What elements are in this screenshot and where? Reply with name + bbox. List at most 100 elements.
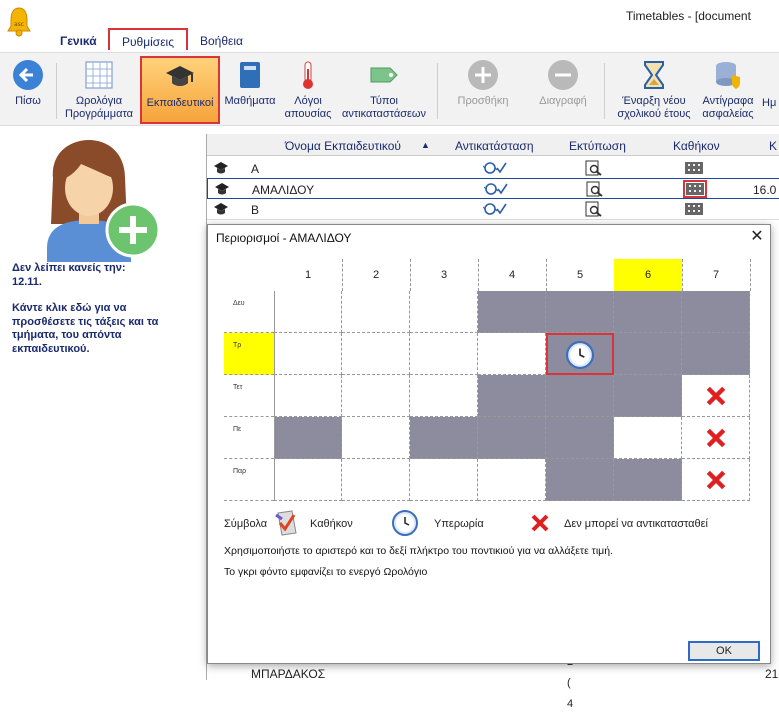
restriction-cell[interactable] bbox=[274, 291, 342, 333]
restriction-cell[interactable] bbox=[682, 459, 750, 501]
menu-help[interactable]: Βοήθεια bbox=[200, 32, 243, 52]
restriction-cell[interactable] bbox=[546, 291, 614, 333]
more-button[interactable]: Ημ bbox=[762, 97, 779, 110]
menu-general[interactable]: Γενικά bbox=[60, 32, 97, 52]
grid-divider bbox=[750, 259, 751, 291]
backup-button[interactable]: Αντίγραφα ασφαλείας bbox=[698, 59, 758, 121]
table-row[interactable]: ΜΠΑΡΔΑΚΟΣ 21.0 bbox=[207, 664, 779, 685]
add-button[interactable]: Προσθήκη bbox=[450, 59, 516, 108]
restriction-cell[interactable] bbox=[478, 291, 546, 333]
col-teacher-name[interactable]: Όνομα Εκπαιδευτικού bbox=[285, 139, 401, 153]
restriction-cell[interactable] bbox=[614, 417, 682, 459]
period-header[interactable]: 3 bbox=[410, 259, 478, 291]
teacher-name: Α bbox=[251, 162, 260, 176]
restriction-cell[interactable] bbox=[614, 291, 682, 333]
day-header[interactable]: Παρ bbox=[224, 459, 274, 501]
col-more[interactable]: Κ bbox=[769, 139, 777, 153]
timetables-label-1: Ωρολόγια bbox=[75, 95, 123, 107]
teacher-name: ΑΜΑΛΙΔΟΥ bbox=[252, 183, 315, 197]
ribbon-divider bbox=[437, 63, 438, 119]
period-header[interactable]: 4 bbox=[478, 259, 546, 291]
restriction-cell[interactable] bbox=[410, 333, 478, 375]
newyear-label-1: Έναρξη νέου bbox=[622, 95, 686, 107]
duty-icon[interactable] bbox=[683, 180, 707, 198]
restriction-cell[interactable] bbox=[274, 417, 342, 459]
menu-bar: Γενικά Ρυθμίσεις Βοήθεια bbox=[0, 28, 779, 52]
new-school-year-button[interactable]: Έναρξη νέου σχολικού έτους bbox=[612, 59, 696, 121]
back-button[interactable]: Πίσω bbox=[6, 59, 50, 108]
overtime-clock-icon bbox=[566, 341, 594, 369]
restriction-cell[interactable] bbox=[614, 375, 682, 417]
day-header[interactable]: Πε bbox=[224, 417, 274, 459]
restriction-cell[interactable] bbox=[546, 459, 614, 501]
restriction-cell[interactable] bbox=[478, 375, 546, 417]
grey-background-note: Το γκρι φόντο εμφανίζει το ενεργό Ωρολόγ… bbox=[224, 566, 428, 578]
restriction-cell[interactable] bbox=[682, 417, 750, 459]
teachers-button[interactable]: Εκπαιδευτικοί bbox=[140, 56, 220, 124]
hourglass-icon bbox=[644, 61, 664, 89]
period-header[interactable]: 2 bbox=[342, 259, 410, 291]
backup-label-2: ασφαλείας bbox=[702, 108, 754, 120]
add-absent-teacher-avatar-icon[interactable] bbox=[33, 138, 163, 262]
restriction-cell[interactable] bbox=[342, 333, 410, 375]
restriction-cell[interactable] bbox=[342, 459, 410, 501]
col-duty[interactable]: Καθήκον bbox=[673, 139, 720, 153]
restriction-cell[interactable] bbox=[478, 333, 546, 375]
restriction-cell[interactable] bbox=[342, 375, 410, 417]
day-header[interactable]: Δευ bbox=[224, 291, 274, 333]
restriction-cell[interactable] bbox=[546, 417, 614, 459]
substitute-allowed-icon bbox=[484, 183, 508, 195]
restriction-cell[interactable] bbox=[274, 333, 342, 375]
timetables-label-2: Προγράμματα bbox=[64, 108, 134, 120]
restriction-cell[interactable] bbox=[274, 375, 342, 417]
restriction-cell[interactable] bbox=[682, 291, 750, 333]
period-header[interactable]: 6 bbox=[614, 259, 682, 291]
menu-settings[interactable]: Ρυθμίσεις bbox=[108, 28, 188, 50]
absence-message[interactable]: Δεν λείπει κανείς την: 12.11. Κάντε κλικ… bbox=[12, 262, 192, 356]
restriction-cell[interactable] bbox=[546, 333, 614, 375]
duty-icon bbox=[685, 162, 703, 174]
period-header[interactable]: 5 bbox=[546, 259, 614, 291]
restriction-cell[interactable] bbox=[410, 417, 478, 459]
restriction-cell[interactable] bbox=[614, 333, 682, 375]
close-icon[interactable]: ✕ bbox=[748, 228, 766, 246]
restriction-cell[interactable] bbox=[478, 459, 546, 501]
ribbon-divider bbox=[604, 63, 605, 119]
ok-button[interactable]: OK bbox=[688, 641, 760, 661]
add-label: Προσθήκη bbox=[457, 95, 509, 107]
period-header[interactable]: 7 bbox=[682, 259, 750, 291]
restriction-cell[interactable] bbox=[342, 417, 410, 459]
restriction-cell[interactable] bbox=[682, 333, 750, 375]
restriction-cell[interactable] bbox=[682, 375, 750, 417]
graduation-cap-icon bbox=[166, 66, 194, 86]
newyear-label-2: σχολικού έτους bbox=[617, 108, 691, 120]
day-header[interactable]: Τετ bbox=[224, 375, 274, 417]
period-header[interactable]: 1 bbox=[274, 259, 342, 291]
restriction-cell[interactable] bbox=[410, 291, 478, 333]
absence-reasons-button[interactable]: Λόγοι απουσίας bbox=[280, 59, 336, 121]
table-row[interactable]: Β bbox=[207, 199, 779, 220]
table-row-selected[interactable]: ΑΜΑΛΙΔΟΥ 16.0 ( bbox=[207, 178, 779, 199]
table-header: Όνομα Εκπαιδευτικού ▲ Αντικατάσταση Εκτύ… bbox=[207, 134, 779, 156]
legend-duty: Καθήκον bbox=[310, 518, 353, 530]
plus-icon bbox=[468, 60, 498, 90]
restriction-cell[interactable] bbox=[342, 291, 410, 333]
restriction-cell[interactable] bbox=[274, 459, 342, 501]
timetables-button[interactable]: Ωρολόγια Προγράμματα bbox=[60, 59, 138, 121]
col-substitution[interactable]: Αντικατάσταση bbox=[455, 139, 534, 153]
table-row[interactable]: Α bbox=[207, 158, 779, 179]
table-cell-value: 4 bbox=[567, 698, 574, 710]
restriction-cell[interactable] bbox=[410, 459, 478, 501]
subjects-button[interactable]: Μαθήματα bbox=[222, 59, 278, 108]
teacher-extra: 16.0 ( bbox=[753, 183, 779, 197]
delete-label: Διαγραφή bbox=[539, 95, 587, 107]
col-print[interactable]: Εκτύπωση bbox=[569, 139, 626, 153]
restriction-cell[interactable] bbox=[614, 459, 682, 501]
restriction-cell[interactable] bbox=[478, 417, 546, 459]
backup-label-1: Αντίγραφα bbox=[702, 95, 754, 107]
restriction-cell[interactable] bbox=[546, 375, 614, 417]
substitution-types-button[interactable]: Τύποι αντικαταστάσεων bbox=[336, 59, 432, 121]
day-header[interactable]: Τρ bbox=[224, 333, 274, 375]
delete-button[interactable]: Διαγραφή bbox=[530, 59, 596, 108]
restriction-cell[interactable] bbox=[410, 375, 478, 417]
